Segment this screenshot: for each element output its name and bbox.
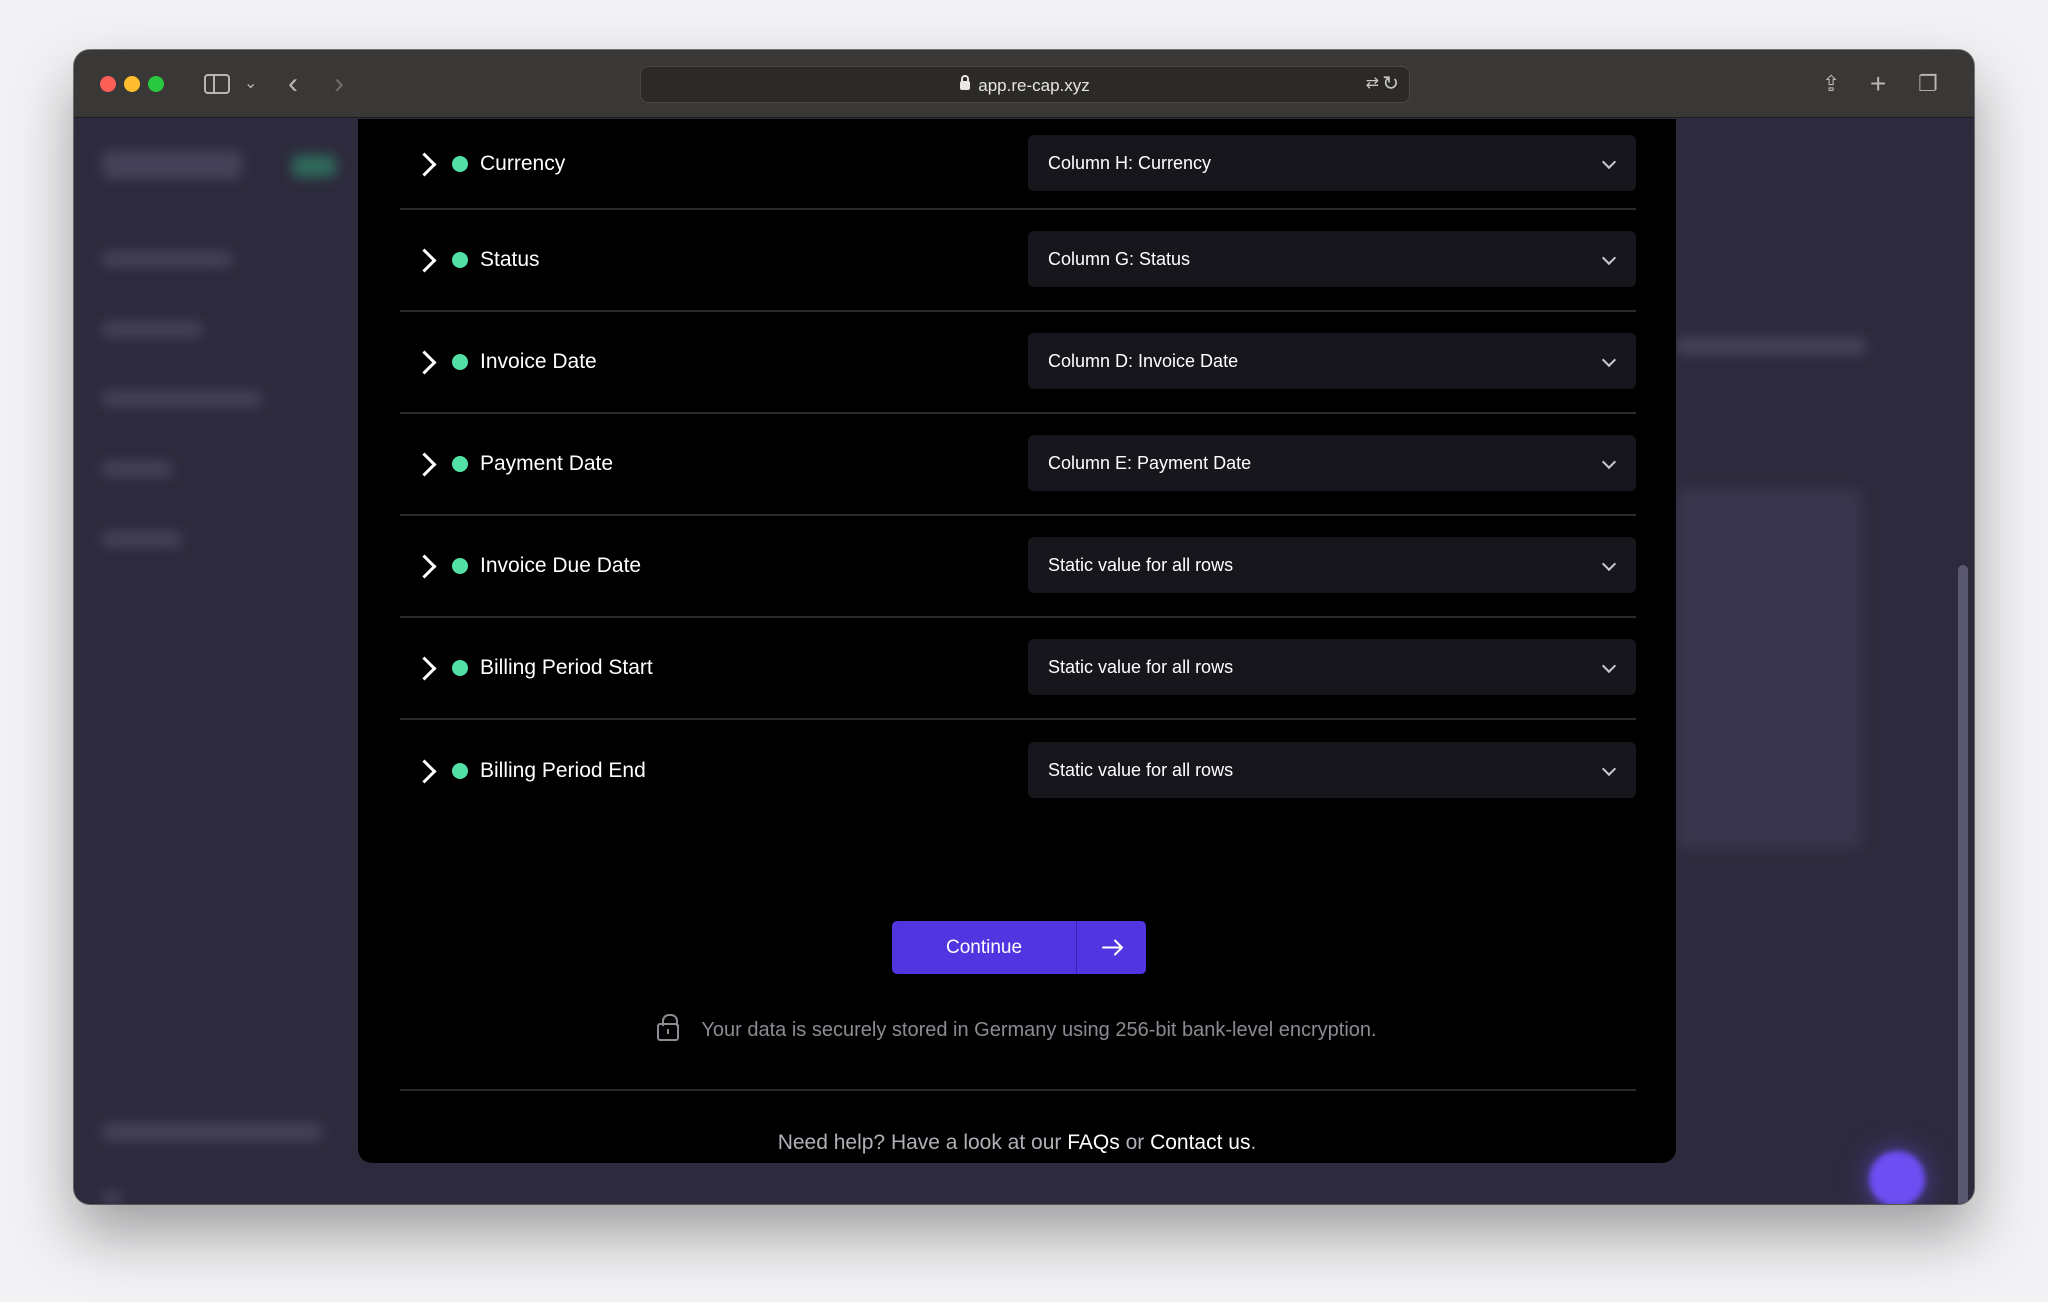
column-select[interactable]: Column H: Currency xyxy=(1028,134,1636,191)
field-label: Payment Date xyxy=(480,452,614,475)
sidebar-toggle-icon[interactable] xyxy=(204,74,230,94)
plan-badge xyxy=(292,155,336,177)
translate-icon[interactable]: ⇄ xyxy=(1366,73,1379,93)
security-text: Your data is securely stored in Germany … xyxy=(701,1019,1377,1041)
address-url: app.re-cap.xyz xyxy=(641,67,1409,104)
forward-icon[interactable]: › xyxy=(334,68,344,100)
help-prefix: Need help? Have a look at our xyxy=(777,1131,1068,1154)
app-logo xyxy=(102,151,242,179)
mapping-row: Currency Column H: Currency xyxy=(400,119,1636,210)
mapping-row: Status Column G: Status xyxy=(400,210,1636,312)
help-suffix: . xyxy=(1250,1131,1257,1154)
select-value: Static value for all rows xyxy=(1048,555,1234,575)
expand-chevron-icon[interactable] xyxy=(416,450,430,478)
field-label: Invoice Due Date xyxy=(480,554,642,577)
status-dot xyxy=(452,558,468,574)
contact-us-link[interactable]: Contact us xyxy=(1150,1131,1250,1154)
mapping-row: Payment Date Column E: Payment Date xyxy=(400,414,1636,516)
page-heading xyxy=(1676,337,1866,355)
column-select[interactable]: Static value for all rows xyxy=(1028,639,1636,695)
chat-launcher-button[interactable] xyxy=(1869,1151,1925,1204)
status-dot xyxy=(452,252,468,268)
field-label: Status xyxy=(480,248,540,271)
column-select[interactable]: Column E: Payment Date xyxy=(1028,435,1636,491)
select-value: Column G: Status xyxy=(1048,249,1191,269)
help-text: Need help? Have a look at our FAQs or Co… xyxy=(358,1128,1676,1158)
reload-icon[interactable]: ↻ xyxy=(1382,71,1399,96)
continue-button[interactable]: Continue xyxy=(892,921,1146,974)
lock-icon xyxy=(960,75,971,90)
close-window-button[interactable] xyxy=(100,76,116,92)
browser-titlebar: ⌄ ‹ › app.re-cap.xyz ⇄ ↻ ⇪ + ❐ xyxy=(74,50,1974,118)
status-dot xyxy=(452,660,468,676)
select-value: Static value for all rows xyxy=(1048,657,1234,677)
faqs-link[interactable]: FAQs xyxy=(1067,1131,1120,1154)
sidebar-item xyxy=(102,391,262,407)
expand-chevron-icon[interactable] xyxy=(416,348,430,376)
arrow-right-icon xyxy=(1102,939,1123,956)
mapping-row: Invoice Date Column D: Invoice Date xyxy=(400,312,1636,414)
tab-overview-icon[interactable]: ❐ xyxy=(1918,68,1938,100)
sidebar-footer-item xyxy=(102,1123,322,1141)
chevron-down-icon xyxy=(1601,556,1617,572)
chevron-down-icon[interactable]: ⌄ xyxy=(244,68,257,100)
status-dot xyxy=(452,354,468,370)
footer-divider xyxy=(400,1089,1636,1091)
expand-chevron-icon[interactable] xyxy=(416,150,430,178)
mapping-row: Billing Period Start Static value for al… xyxy=(400,618,1636,720)
select-value: Column E: Payment Date xyxy=(1048,453,1252,473)
chevron-down-icon xyxy=(1601,454,1617,470)
expand-chevron-icon[interactable] xyxy=(416,552,430,580)
column-select[interactable]: Static value for all rows xyxy=(1028,742,1636,798)
chevron-down-icon xyxy=(1601,352,1617,368)
chevron-down-icon xyxy=(1601,250,1617,266)
page-scrollbar[interactable] xyxy=(1958,565,1968,1204)
address-bar[interactable]: app.re-cap.xyz ⇄ ↻ xyxy=(640,66,1410,103)
select-value: Column H: Currency xyxy=(1048,152,1212,173)
sidebar-item xyxy=(102,531,182,547)
field-label: Billing Period End xyxy=(480,759,646,782)
status-dot xyxy=(452,155,468,172)
mapping-row: Invoice Due Date Static value for all ro… xyxy=(400,516,1636,618)
chevron-down-icon xyxy=(1601,761,1617,777)
status-dot xyxy=(452,456,468,472)
select-value: Column D: Invoice Date xyxy=(1048,351,1239,371)
maximize-window-button[interactable] xyxy=(148,76,164,92)
help-middle: or xyxy=(1119,1131,1151,1154)
share-icon[interactable]: ⇪ xyxy=(1822,68,1840,100)
padlock-icon xyxy=(657,1014,680,1041)
mapping-row: Billing Period End Static value for all … xyxy=(400,720,1636,822)
field-label: Billing Period Start xyxy=(480,656,653,679)
select-value: Static value for all rows xyxy=(1048,760,1234,780)
sidebar-collapse xyxy=(102,1191,122,1204)
field-label: Invoice Date xyxy=(480,350,597,373)
expand-chevron-icon[interactable] xyxy=(416,757,430,785)
column-select[interactable]: Static value for all rows xyxy=(1028,537,1636,593)
column-mapping-modal: Currency Column H: Currency Status Colum… xyxy=(358,119,1676,1163)
field-label: Currency xyxy=(480,151,566,175)
back-icon[interactable]: ‹ xyxy=(288,68,298,100)
expand-chevron-icon[interactable] xyxy=(416,654,430,682)
expand-chevron-icon[interactable] xyxy=(416,246,430,274)
sidebar-item xyxy=(102,461,172,477)
sidebar-item xyxy=(102,251,232,267)
sidebar-item xyxy=(102,321,202,337)
continue-label: Continue xyxy=(945,937,1023,958)
button-divider xyxy=(1076,921,1077,974)
minimize-window-button[interactable] xyxy=(124,76,140,92)
content-card xyxy=(1676,489,1862,849)
browser-window: ⌄ ‹ › app.re-cap.xyz ⇄ ↻ ⇪ + ❐ Currency … xyxy=(74,50,1974,1204)
status-dot xyxy=(452,763,468,779)
column-select[interactable]: Column G: Status xyxy=(1028,231,1636,287)
chevron-down-icon xyxy=(1601,658,1617,674)
chevron-down-icon xyxy=(1601,154,1617,169)
new-tab-icon[interactable]: + xyxy=(1870,68,1886,100)
column-select[interactable]: Column D: Invoice Date xyxy=(1028,333,1636,389)
security-note: Your data is securely stored in Germany … xyxy=(358,1014,1676,1045)
